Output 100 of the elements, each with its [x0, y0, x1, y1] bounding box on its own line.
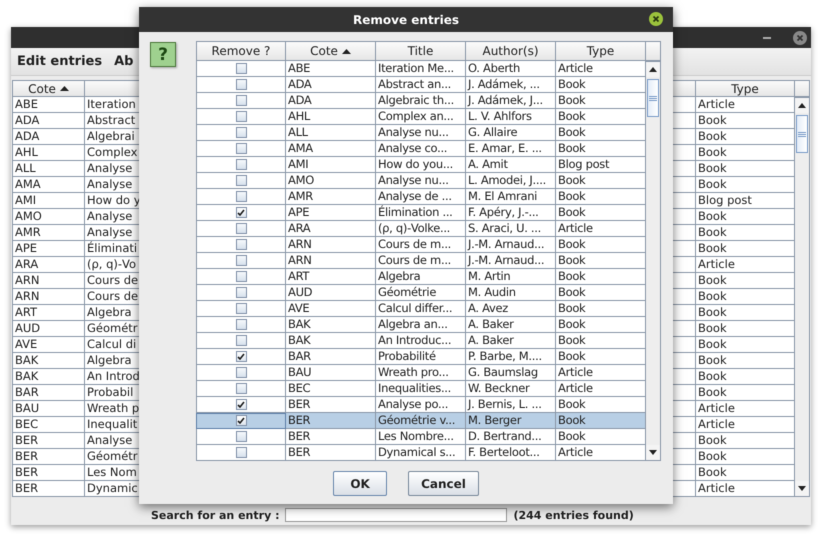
checkbox[interactable] [236, 447, 246, 458]
table-row[interactable]: AUD Géométrie M. Audin Book [196, 285, 646, 301]
column-header[interactable]: Type [556, 41, 646, 61]
table-cell: M. Audin [466, 285, 556, 301]
column-header[interactable]: Cote [286, 41, 376, 61]
checkbox[interactable] [236, 415, 246, 426]
checkbox[interactable] [236, 63, 246, 74]
table-row[interactable]: BAK Algebra an... A. Baker Book [196, 317, 646, 333]
table-cell: Complex an... [376, 109, 466, 125]
table-cell: Analyse nu... [376, 173, 466, 189]
checkbox[interactable] [236, 79, 246, 90]
column-header[interactable]: Title [376, 41, 466, 61]
checkbox[interactable] [236, 223, 246, 234]
checkbox[interactable] [236, 335, 246, 346]
scroll-up-button[interactable] [795, 98, 809, 113]
help-icon: ? [150, 42, 176, 67]
ok-button[interactable]: OK [333, 471, 388, 496]
checkbox[interactable] [236, 159, 246, 170]
table-cell: AMI [12, 193, 85, 209]
table-row[interactable]: ART Algebra M. Artin Book [196, 269, 646, 285]
table-row[interactable]: ARN Cours de m... J.-M. Arnaud... Book [196, 237, 646, 253]
checkbox[interactable] [236, 95, 246, 106]
table-cell: A. Avez [466, 301, 556, 317]
table-row[interactable]: ALL Analyse nu... G. Allaire Book [196, 125, 646, 141]
scroll-up-button[interactable] [646, 62, 660, 77]
checkbox[interactable] [236, 383, 246, 394]
checkbox[interactable] [236, 175, 246, 186]
table-row[interactable]: ARA (ρ, q)-Volke... S. Araci, U. ... Article [196, 221, 646, 237]
table-cell: BER [12, 465, 85, 481]
table-cell: ART [286, 269, 376, 285]
checkbox[interactable] [236, 239, 246, 250]
table-cell: AHL [12, 145, 85, 161]
table-row[interactable]: AMA Analyse co... E. Amar, E. ... Book [196, 141, 646, 157]
table-cell: AHL [286, 109, 376, 125]
table-row[interactable]: AHL Complex an... L. V. Ahlfors Book [196, 109, 646, 125]
column-header[interactable]: Cote [12, 80, 85, 97]
minimize-icon[interactable] [763, 36, 771, 38]
scrollbar[interactable] [795, 97, 810, 497]
checkbox[interactable] [236, 303, 246, 314]
scrollbar-thumb[interactable] [796, 115, 808, 153]
sort-arrow-icon [60, 86, 69, 91]
table-cell: BAR [286, 349, 376, 365]
checkbox[interactable] [236, 399, 246, 410]
table-cell: AMR [286, 189, 376, 205]
table-row[interactable]: BAK An Introduc... A. Baker Book [196, 333, 646, 349]
column-header[interactable]: Remove ? [196, 41, 286, 61]
checkbox[interactable] [236, 351, 246, 362]
table-row[interactable]: ADA Abstract an... J. Adámek, ... Book [196, 77, 646, 93]
search-field[interactable] [285, 508, 508, 522]
checkbox[interactable] [236, 431, 246, 442]
table-cell: L. Amodei, J.... [466, 173, 556, 189]
table-row[interactable]: BEC Inequalities... W. Beckner Article [196, 381, 646, 397]
scroll-down-button[interactable] [795, 481, 809, 496]
table-row[interactable]: AMO Analyse nu... L. Amodei, J.... Book [196, 173, 646, 189]
table-row[interactable]: BAU Wreath pro... G. Baumslag Article [196, 365, 646, 381]
checkbox[interactable] [236, 207, 246, 218]
table-row[interactable]: BER Géométrie v... M. Berger Book [196, 413, 646, 429]
table-cell: Calcul differ... [376, 301, 466, 317]
checkbox[interactable] [236, 111, 246, 122]
scroll-down-button[interactable] [646, 445, 660, 460]
checkbox[interactable] [236, 287, 246, 298]
checkbox[interactable] [236, 367, 246, 378]
table-cell: D. Bertrand... [466, 429, 556, 445]
cancel-button[interactable]: Cancel [408, 471, 479, 496]
table-row[interactable]: AMR Analyse de ... M. El Amrani Book [196, 189, 646, 205]
checkbox[interactable] [236, 255, 246, 266]
table-row[interactable]: AMI How do you... A. Amit Blog post [196, 157, 646, 173]
table-row[interactable]: ABE Iteration Me... O. Aberth Article [196, 61, 646, 77]
table-row[interactable]: AVE Calcul differ... A. Avez Book [196, 301, 646, 317]
table-row[interactable]: BAR Probabilité P. Barbe, M.... Book [196, 349, 646, 365]
table-cell: F. Apéry, J.-... [466, 205, 556, 221]
table-cell: Iteration Me... [376, 61, 466, 77]
table-row[interactable]: APE Élimination ... F. Apéry, J.-... Book [196, 205, 646, 221]
checkbox[interactable] [236, 319, 246, 330]
table-row[interactable]: ADA Algebraic th... J. Adámek, J... Book [196, 93, 646, 109]
table-cell: Inequalities... [376, 381, 466, 397]
menu-item[interactable]: Ab [114, 54, 134, 69]
close-icon[interactable] [793, 30, 807, 44]
table-cell: Algebra an... [376, 317, 466, 333]
table-cell: A. Amit [466, 157, 556, 173]
scrollbar[interactable] [646, 61, 661, 461]
table-row[interactable]: BER Dynamical s... F. Berteloot... Article [196, 445, 646, 461]
column-header[interactable]: Author(s) [466, 41, 556, 61]
checkbox[interactable] [236, 127, 246, 138]
table-cell: ADA [12, 129, 85, 145]
table-row[interactable]: BER Les Nombre... D. Bertrand... Book [196, 429, 646, 445]
table-cell: AVE [12, 337, 85, 353]
column-header[interactable]: Type [696, 80, 795, 97]
table-cell: BEC [286, 381, 376, 397]
table-row[interactable]: ARN Cours de m... J.-M. Arnaud... Book [196, 253, 646, 269]
table-cell: ADA [12, 113, 85, 129]
checkbox[interactable] [236, 271, 246, 282]
close-icon[interactable] [649, 12, 663, 26]
checkbox[interactable] [236, 143, 246, 154]
grip-icon [649, 96, 657, 100]
menu-item[interactable]: Edit entries [17, 54, 102, 69]
checkbox[interactable] [236, 191, 246, 202]
table-cell: BER [286, 445, 376, 461]
table-cell: Algebraic th... [376, 93, 466, 109]
scrollbar-thumb[interactable] [647, 79, 659, 117]
